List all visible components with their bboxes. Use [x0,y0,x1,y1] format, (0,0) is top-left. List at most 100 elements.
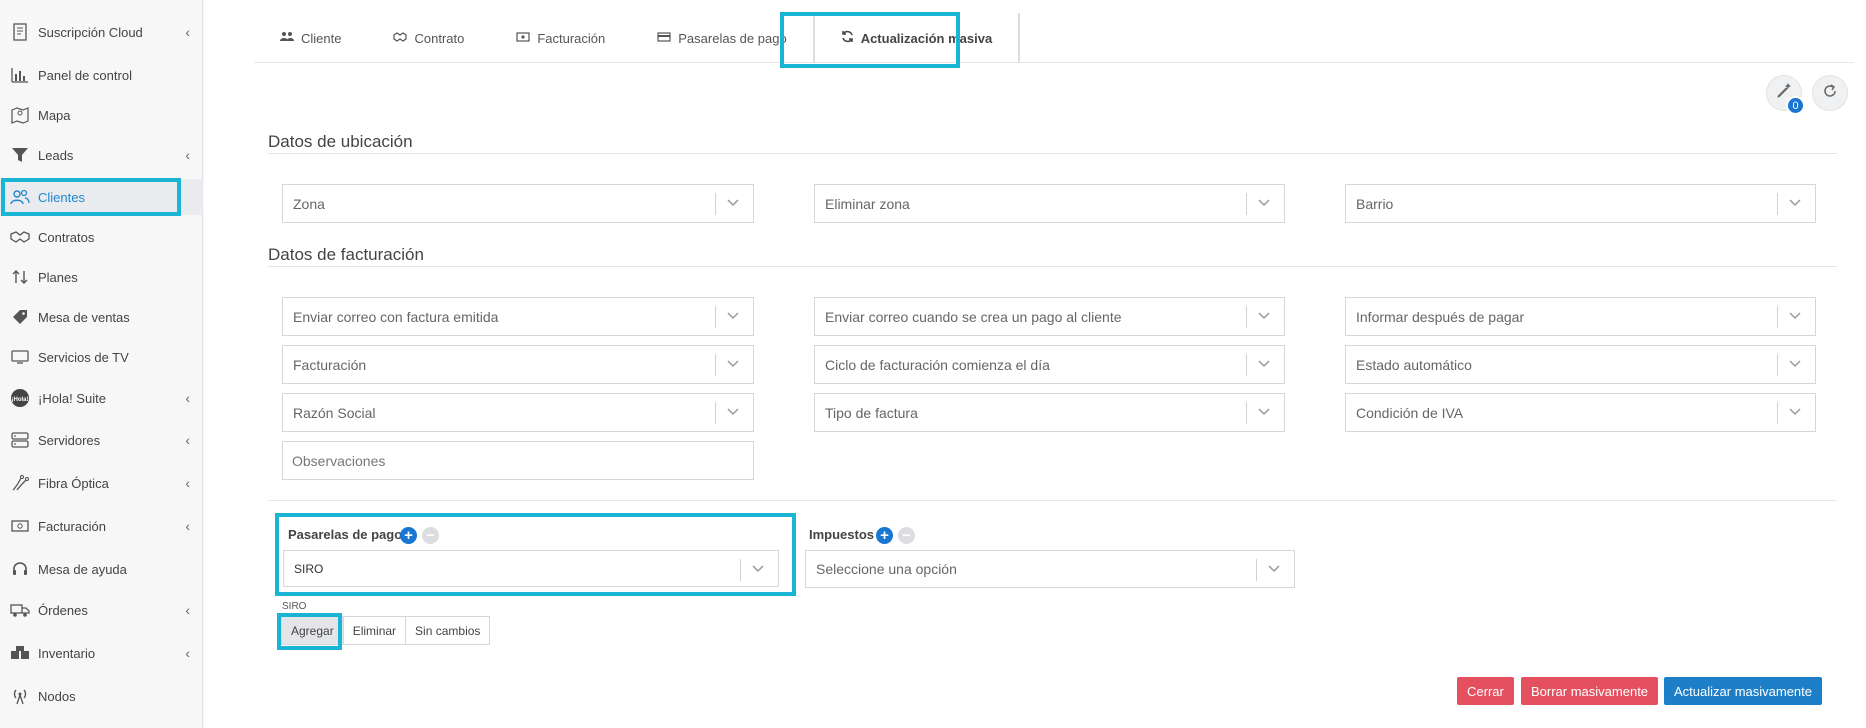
sidebar-item-ordenes[interactable]: Órdenes ‹ [0,592,203,628]
chevron-down-icon [725,355,741,371]
sin-cambios-button[interactable]: Sin cambios [405,616,491,645]
select-value: Condición de IVA [1356,404,1464,421]
chevron-down-icon [1256,307,1272,323]
sidebar-item-suscripcion-cloud[interactable]: Suscripción Cloud ‹ [0,14,203,50]
select-value: Enviar correo con factura emitida [293,308,499,325]
select-separator [715,306,716,328]
sidebar-item-contratos[interactable]: Contratos [0,219,203,255]
select-value: Zona [293,195,325,212]
map-icon [10,105,30,125]
sidebar-item-facturacion[interactable]: Facturación ‹ [0,508,203,544]
sidebar-item-mesa-de-ventas[interactable]: Mesa de ventas [0,299,203,335]
select-separator [1777,306,1778,328]
sidebar-item-servicios-de-tv[interactable]: Servicios de TV [0,339,203,375]
sidebar-item-label: Nodos [38,688,76,704]
sidebar-item-fibra-optica[interactable]: Fibra Óptica ‹ [0,465,203,501]
tab-cliente[interactable]: Cliente [254,13,367,63]
borrar-masivamente-button[interactable]: Borrar masivamente [1521,677,1659,705]
document-icon [10,22,30,42]
sidebar-item-servidores[interactable]: Servidores ‹ [0,422,203,458]
section-divider [268,153,1837,154]
actualizar-masivamente-button[interactable]: Actualizar masivamente [1664,677,1822,705]
sidebar-item-hola-suite[interactable]: ¡Hola! ¡Hola! Suite ‹ [0,380,203,416]
sidebar-item-label: Leads [38,147,74,163]
sidebar-item-label: Inventario [38,645,96,661]
tab-bar: Cliente Contrato Facturación Pasarelas d… [254,13,1854,63]
chevron-down-icon [1256,355,1272,371]
chevron-left-icon: ‹ [185,147,190,163]
add-pasarela-button[interactable]: + [400,527,417,544]
sidebar-item-label: Mapa [38,107,71,123]
sidebar-item-clientes[interactable]: Clientes [0,179,203,215]
minus-icon: − [426,527,435,544]
svg-text:¡Hola!: ¡Hola! [12,397,29,403]
agregar-button[interactable]: Agregar [281,616,344,645]
money-icon [10,516,30,536]
handshake-icon [10,227,30,247]
chevron-down-icon [725,403,741,419]
tab-pasarelas-de-pago[interactable]: Pasarelas de pago [631,13,812,63]
condicion-iva-select[interactable]: Condición de IVA [1345,393,1816,432]
boxes-icon [10,643,30,663]
sidebar-item-nodos[interactable]: Nodos [0,678,203,714]
server-icon [10,430,30,450]
remove-pasarela-button[interactable]: − [422,527,439,544]
select-value: Enviar correo cuando se crea un pago al … [825,308,1122,325]
sidebar-item-panel-de-control[interactable]: Panel de control [0,57,203,93]
chevron-left-icon: ‹ [185,432,190,448]
chevron-left-icon: ‹ [185,518,190,534]
sidebar-item-label: Servidores [38,432,101,448]
estado-automatico-select[interactable]: Estado automático [1345,345,1816,384]
select-value: Informar después de pagar [1356,308,1525,325]
sidebar-item-leads[interactable]: Leads ‹ [0,137,203,173]
facturacion-select[interactable]: Facturación [282,345,754,384]
tab-label: Cliente [301,30,342,46]
sync-icon [841,30,854,46]
add-impuesto-button[interactable]: + [876,527,893,544]
money-icon [516,31,530,45]
select-separator [1256,559,1257,581]
zona-select[interactable]: Zona [282,184,754,223]
sidebar-item-inventario[interactable]: Inventario ‹ [0,635,203,671]
remove-impuesto-button[interactable]: − [898,527,915,544]
chevron-down-icon [1266,560,1282,576]
tipo-factura-select[interactable]: Tipo de factura [814,393,1285,432]
truck-icon [10,600,30,620]
users-icon [280,31,294,45]
sidebar-item-label: Mesa de ventas [38,309,130,325]
observaciones-input[interactable]: Observaciones [282,441,754,480]
tab-label: Actualización masiva [860,30,993,46]
select-separator [1246,306,1247,328]
sidebar-item-label: Planes [38,269,78,285]
tab-contrato[interactable]: Contrato [367,13,490,63]
enviar-correo-pago-select[interactable]: Enviar correo cuando se crea un pago al … [814,297,1285,336]
impuestos-select[interactable]: Seleccione una opción [805,550,1295,588]
tab-facturacion[interactable]: Facturación [490,13,631,63]
tab-actualizacion-masiva[interactable]: Actualización masiva [812,13,1021,63]
section-title-ubicacion: Datos de ubicación [268,132,413,151]
cerrar-button[interactable]: Cerrar [1457,677,1514,705]
refresh-button[interactable] [1812,75,1848,111]
chevron-left-icon: ‹ [185,24,190,40]
sidebar-item-mesa-de-ayuda[interactable]: Mesa de ayuda [0,551,203,587]
sidebar: Suscripción Cloud ‹ Panel de control Map… [0,0,203,728]
informar-pagar-select[interactable]: Informar después de pagar [1345,297,1816,336]
impuestos-label: Impuestos [809,527,875,542]
ciclo-facturacion-select[interactable]: Ciclo de facturación comienza el día [814,345,1285,384]
chevron-down-icon [725,194,741,210]
razon-social-select[interactable]: Razón Social [282,393,754,432]
plus-icon: + [404,527,413,544]
users-icon [10,187,30,207]
chevron-down-icon [1256,403,1272,419]
select-value: Facturación [293,356,367,373]
enviar-correo-factura-select[interactable]: Enviar correo con factura emitida [282,297,754,336]
pasarelas-select[interactable]: SIRO [283,550,779,587]
sidebar-item-planes[interactable]: Planes [0,259,203,295]
select-value: Ciclo de facturación comienza el día [825,356,1050,373]
sidebar-item-mapa[interactable]: Mapa [0,97,203,133]
barrio-select[interactable]: Barrio [1345,184,1816,223]
sidebar-item-label: Mesa de ayuda [38,561,127,577]
eliminar-zona-select[interactable]: Eliminar zona [814,184,1285,223]
eliminar-button[interactable]: Eliminar [342,616,407,645]
tag-icon [10,307,30,327]
